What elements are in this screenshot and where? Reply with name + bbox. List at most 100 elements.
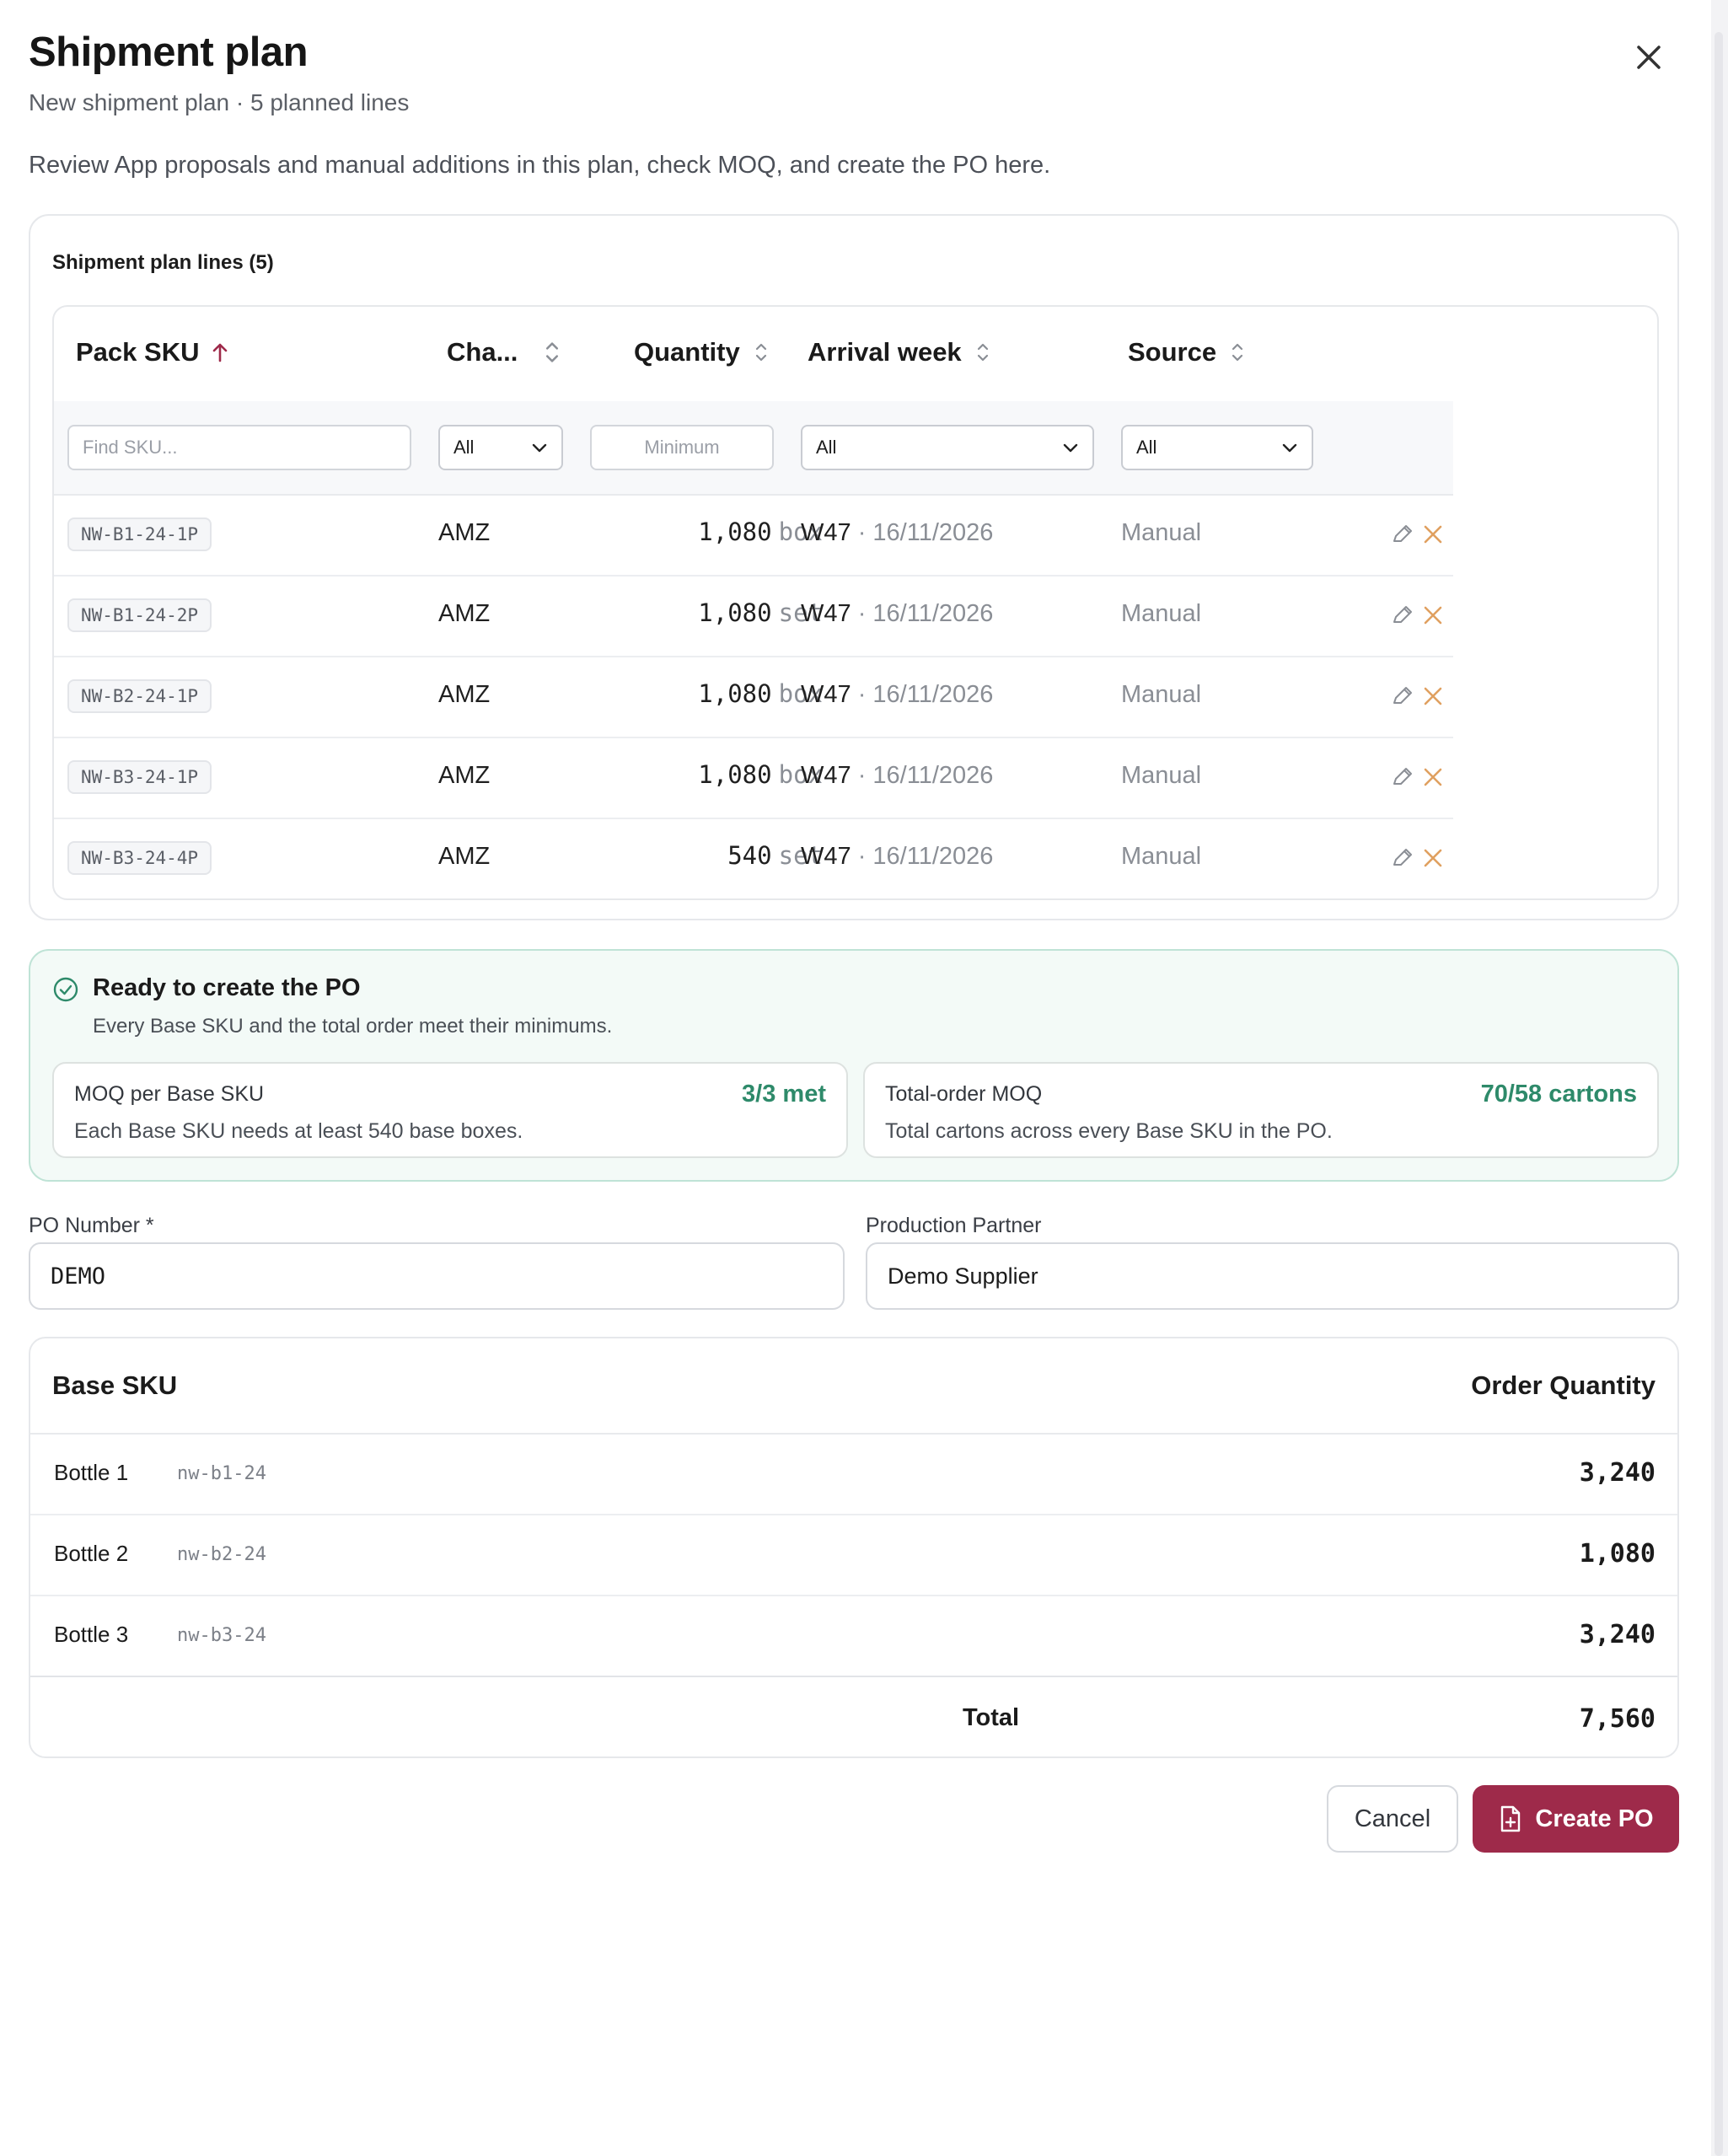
week-filter-select[interactable]: All <box>801 425 1094 470</box>
quantity-value: 1,080 <box>698 518 772 546</box>
source-cell: Manual <box>1121 519 1202 546</box>
order-quantity-value: 3,240 <box>1579 1458 1656 1488</box>
column-label: Quantity <box>634 337 740 367</box>
week-value: W47 <box>801 519 851 546</box>
edit-icon[interactable] <box>1389 683 1416 710</box>
delete-icon[interactable] <box>1419 845 1446 872</box>
delete-icon[interactable] <box>1419 683 1446 710</box>
week-value: W47 <box>801 843 851 870</box>
sort-icon <box>546 342 559 362</box>
sku-filter-input[interactable] <box>67 425 411 470</box>
base-sku-table: Base SKU Order Quantity Bottle 1 nw-b1-2… <box>29 1337 1679 1758</box>
scrollbar-thumb[interactable] <box>1715 32 1723 2156</box>
sku-chip: NW-B1-24-2P <box>67 598 212 632</box>
edit-icon[interactable] <box>1389 764 1416 791</box>
ready-subtitle: Every Base SKU and the total order meet … <box>93 1015 613 1038</box>
base-table-header: Base SKU Order Quantity <box>30 1338 1677 1435</box>
shipment-lines-card: Shipment plan lines (5) Pack SKU Cha... … <box>29 214 1679 920</box>
arrival-week-cell: W47 · 16/11/2026 <box>801 762 993 790</box>
total-label: Total <box>963 1704 1020 1731</box>
delete-icon[interactable] <box>1419 602 1446 629</box>
quantity-min-input[interactable] <box>590 425 774 470</box>
close-icon[interactable] <box>1629 37 1669 78</box>
arrival-week-cell: W47 · 16/11/2026 <box>801 843 993 871</box>
arrival-week-cell: W47 · 16/11/2026 <box>801 600 993 628</box>
chevron-down-icon <box>1063 443 1078 453</box>
table-row: Bottle 3 nw-b3-24 3,240 <box>30 1595 1677 1676</box>
source-cell: Manual <box>1121 681 1202 708</box>
column-header-source[interactable]: Source <box>1128 337 1247 367</box>
cancel-button[interactable]: Cancel <box>1327 1785 1458 1853</box>
arrival-week-cell: W47 · 16/11/2026 <box>801 519 993 547</box>
quantity-value: 1,080 <box>698 679 772 708</box>
quantity-value: 1,080 <box>698 598 772 627</box>
week-date: · 16/11/2026 <box>857 519 994 546</box>
ready-status-panel: Ready to create the PO Every Base SKU an… <box>29 949 1679 1182</box>
source-cell: Manual <box>1121 762 1202 789</box>
channel-filter-select[interactable]: All <box>438 425 563 470</box>
table-row: NW-B1-24-1P AMZ 1,080 box W47 · 16/11/202… <box>54 494 1453 577</box>
vertical-scrollbar[interactable] <box>1711 0 1728 2156</box>
ready-title: Ready to create the PO <box>93 974 361 1001</box>
lines-card-title: Shipment plan lines (5) <box>52 251 274 274</box>
column-header-arrival-week[interactable]: Arrival week <box>808 337 992 367</box>
column-header-channel[interactable]: Cha... <box>447 337 563 367</box>
table-row: NW-B1-24-2P AMZ 1,080 set W47 · 16/11/202… <box>54 575 1453 657</box>
column-header-pack-sku[interactable]: Pack SKU <box>76 337 229 367</box>
po-number-input[interactable]: DEMO <box>29 1242 845 1310</box>
po-number-label: PO Number * <box>29 1214 154 1237</box>
base-sku-name: Bottle 3 <box>54 1622 129 1647</box>
edit-icon[interactable] <box>1389 845 1416 872</box>
week-value: W47 <box>801 762 851 789</box>
arrival-week-cell: W47 · 16/11/2026 <box>801 681 993 709</box>
source-filter-select[interactable]: All <box>1121 425 1313 470</box>
sort-icon <box>977 343 988 362</box>
quantity-value: 540 <box>727 841 772 870</box>
week-date: · 16/11/2026 <box>857 600 994 627</box>
sku-chip: NW-B1-24-1P <box>67 518 212 551</box>
base-sku-code: nw-b1-24 <box>177 1463 266 1484</box>
table-row: NW-B2-24-1P AMZ 1,080 box W47 · 16/11/202… <box>54 656 1453 738</box>
quantity-value: 1,080 <box>698 760 772 789</box>
sku-chip: NW-B3-24-4P <box>67 841 212 875</box>
check-circle-icon <box>53 977 78 1002</box>
column-label: Pack SKU <box>76 337 200 367</box>
page-subtitle: New shipment plan · 5 planned lines <box>29 89 410 115</box>
sku-chip: NW-B3-24-1P <box>67 760 212 794</box>
total-row: Total 7,560 <box>30 1676 1677 1756</box>
create-po-button[interactable]: Create PO <box>1473 1785 1679 1853</box>
sort-asc-icon <box>213 343 228 362</box>
order-quantity-header: Order Quantity <box>1471 1370 1656 1400</box>
table-row: NW-B3-24-1P AMZ 1,080 box W47 · 16/11/202… <box>54 737 1453 819</box>
column-label: Cha... <box>447 337 518 367</box>
moq-base-box: MOQ per Base SKU 3/3 met Each Base SKU n… <box>52 1062 848 1158</box>
base-sku-code: nw-b3-24 <box>177 1625 266 1646</box>
base-sku-name: Bottle 1 <box>54 1460 129 1485</box>
channel-cell: AMZ <box>438 600 491 627</box>
sort-icon <box>755 343 766 362</box>
intro-text: Review App proposals and manual addition… <box>29 152 1051 179</box>
base-sku-header: Base SKU <box>52 1370 178 1400</box>
week-date: · 16/11/2026 <box>857 843 994 870</box>
channel-cell: AMZ <box>438 681 491 708</box>
column-label: Arrival week <box>808 337 962 367</box>
moq-base-desc: Each Base SKU needs at least 540 base bo… <box>74 1119 523 1143</box>
shipment-plan-dialog: Shipment plan New shipment plan · 5 plan… <box>0 0 1711 2156</box>
production-partner-input[interactable]: Demo Supplier <box>866 1242 1679 1310</box>
edit-icon[interactable] <box>1389 602 1416 629</box>
column-header-quantity[interactable]: Quantity <box>634 337 770 367</box>
channel-cell: AMZ <box>438 843 491 870</box>
table-row: NW-B3-24-4P AMZ 540 set W47 · 16/11/2026 … <box>54 818 1453 898</box>
sort-icon <box>1232 343 1243 362</box>
sku-chip: NW-B2-24-1P <box>67 679 212 713</box>
moq-total-value: 70/58 cartons <box>1480 1081 1637 1107</box>
base-sku-code: nw-b2-24 <box>177 1544 266 1565</box>
delete-icon[interactable] <box>1419 521 1446 548</box>
column-label: Source <box>1128 337 1217 367</box>
document-add-icon <box>1501 1805 1521 1832</box>
edit-icon[interactable] <box>1389 521 1416 548</box>
create-po-label: Create PO <box>1535 1805 1654 1832</box>
chevron-down-icon <box>532 443 547 453</box>
week-date: · 16/11/2026 <box>857 762 994 789</box>
delete-icon[interactable] <box>1419 764 1446 791</box>
